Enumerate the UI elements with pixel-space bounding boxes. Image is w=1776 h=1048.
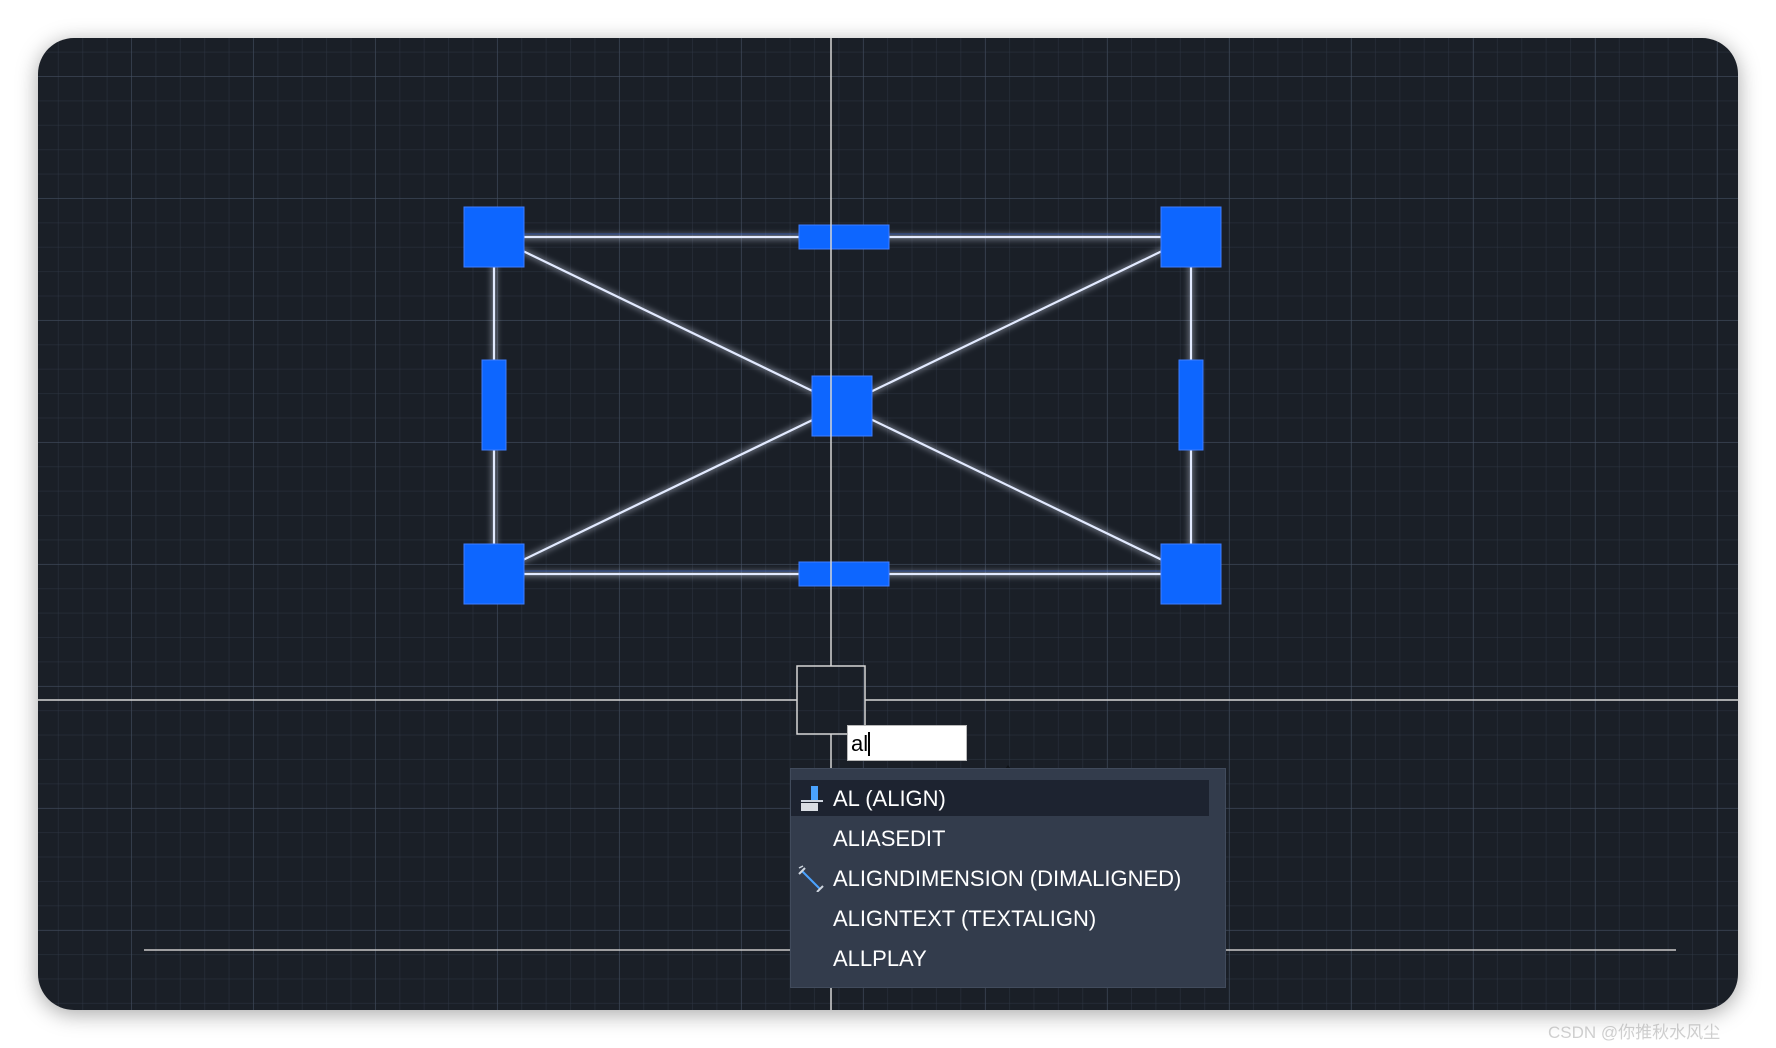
- autocomplete-item-aligndimension[interactable]: ALIGNDIMENSION (DIMALIGNED): [791, 860, 1209, 896]
- dynamic-input-field[interactable]: al: [847, 725, 967, 761]
- autocomplete-item-al-align[interactable]: AL (ALIGN): [791, 780, 1209, 816]
- command-autocomplete-list[interactable]: AL (ALIGN) ALIASEDIT ALIGNDIMENSION (DIM…: [790, 768, 1226, 988]
- text-caret: [868, 732, 871, 756]
- typed-command-text: al: [851, 731, 869, 756]
- autocomplete-item-aliasedit[interactable]: ALIASEDIT: [791, 820, 1209, 856]
- autocomplete-item-label: ALIGNTEXT (TEXTALIGN): [833, 906, 1097, 931]
- autocomplete-item-label: ALIASEDIT: [833, 826, 946, 851]
- autocomplete-item-allplay[interactable]: ALLPLAY: [791, 940, 1209, 976]
- grip-corner-bottom-left: [463, 543, 525, 605]
- grip-mid-left: [481, 359, 507, 451]
- aligned-dimension-icon: [798, 865, 824, 892]
- pickbox: [796, 665, 866, 735]
- grip-corner-top-left: [463, 206, 525, 268]
- autocomplete-item-label: AL (ALIGN): [833, 786, 946, 811]
- grip-mid-bottom: [798, 561, 890, 587]
- grip-mid-right: [1178, 359, 1204, 451]
- grip-mid-top: [798, 224, 890, 250]
- autocomplete-item-label: ALIGNDIMENSION (DIMALIGNED): [833, 866, 1182, 891]
- autocomplete-item-label: ALLPLAY: [833, 946, 927, 971]
- autocomplete-item-aligntext[interactable]: ALIGNTEXT (TEXTALIGN): [791, 900, 1209, 936]
- grips[interactable]: [463, 206, 1222, 605]
- grip-corner-bottom-right: [1160, 543, 1222, 605]
- grip-corner-top-right: [1160, 206, 1222, 268]
- grip-center: [811, 375, 873, 437]
- drawing-canvas[interactable]: al AL (ALIGN) ALIASEDIT ALIGNDIMENSION (…: [38, 38, 1738, 1010]
- align-icon: [801, 786, 823, 811]
- watermark: CSDN @你推秋水风尘: [1548, 1023, 1721, 1042]
